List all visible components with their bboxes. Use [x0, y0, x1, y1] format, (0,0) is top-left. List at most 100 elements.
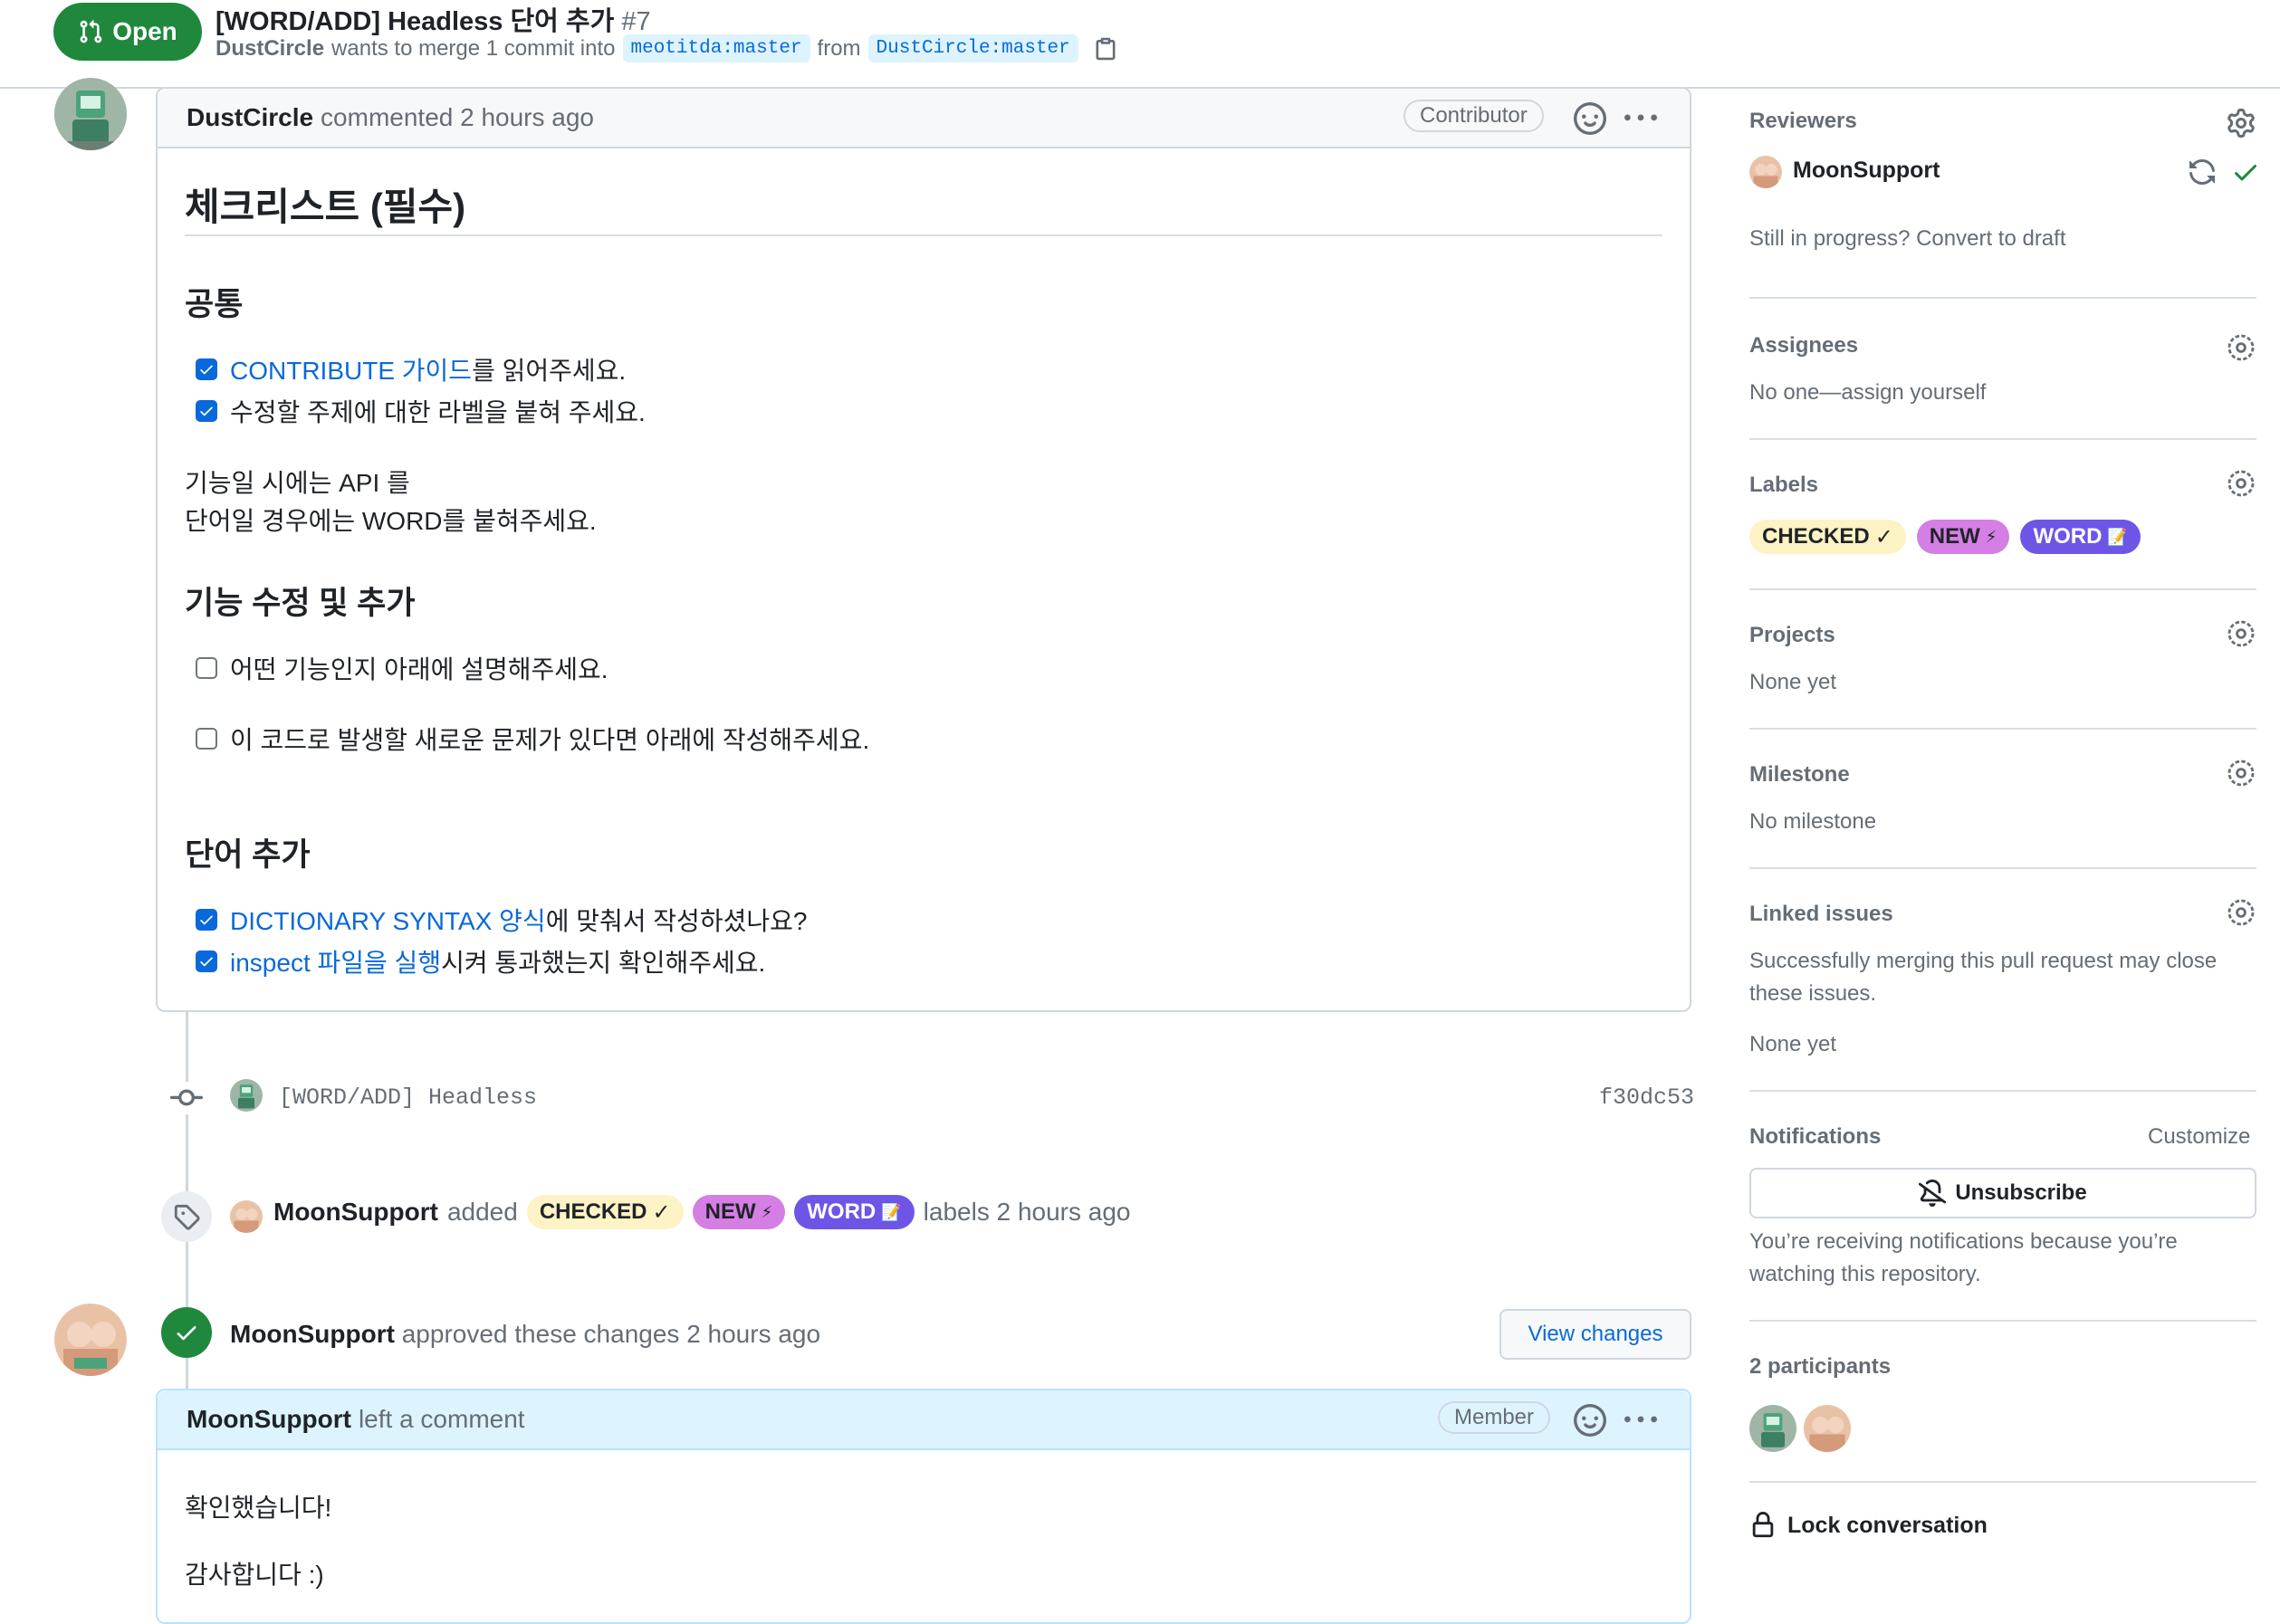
sidebar-divider [1749, 438, 2256, 440]
kebab-menu-icon[interactable] [1624, 102, 1657, 135]
gear-icon[interactable] [2227, 333, 2256, 362]
checkbox-checked[interactable] [196, 358, 217, 380]
lock-label: Lock conversation [1787, 1512, 1988, 1538]
kebab-menu-icon[interactable] [1624, 1404, 1657, 1437]
comment-author[interactable]: MoonSupport [187, 1405, 351, 1434]
participant-avatar[interactable] [1749, 1405, 1796, 1452]
section-word-heading: 단어 추가 [185, 837, 311, 873]
sidebar-divider [1749, 1090, 2256, 1092]
contribute-guide-link[interactable]: CONTRIBUTE 가이드 [230, 357, 472, 385]
comment-body-line: 확인했습니다! [185, 1494, 332, 1522]
base-branch[interactable]: meotitda:master [622, 34, 810, 62]
task-item: CONTRIBUTE 가이드를 읽어주세요. [196, 351, 626, 387]
labels-title[interactable]: Labels [1749, 473, 1818, 498]
commit-message[interactable]: [WORD/ADD] Headless [279, 1084, 537, 1111]
checklist-heading: 체크리스트 (필수) [185, 186, 466, 228]
notifications-title: Notifications [1749, 1124, 1882, 1149]
sidebar-divider [1749, 728, 2256, 730]
milestone-title[interactable]: Milestone [1749, 762, 1850, 788]
robot-avatar-icon [54, 78, 127, 150]
sidebar-divider [1749, 588, 2256, 590]
checkbox-unchecked[interactable] [196, 657, 217, 679]
people-avatar-icon [54, 1304, 127, 1376]
checkbox-checked[interactable] [196, 951, 217, 972]
gear-icon[interactable] [2227, 619, 2256, 648]
section-feature-heading: 기능 수정 및 추가 [185, 586, 416, 621]
sidebar-divider [1749, 867, 2256, 869]
gear-icon[interactable] [2227, 898, 2256, 927]
pull-request-icon [80, 20, 102, 43]
sync-icon[interactable] [2188, 158, 2217, 186]
head-branch[interactable]: DustCircle:master [867, 34, 1078, 62]
copy-icon[interactable] [1093, 36, 1118, 62]
robot-avatar-icon [1749, 1405, 1796, 1452]
avatar[interactable] [230, 1079, 263, 1112]
label-word[interactable]: WORD 📝 [794, 1195, 915, 1229]
merge-text: wants to merge 1 commit into [331, 35, 616, 61]
review-text[interactable]: approved these changes 2 hours ago [402, 1320, 820, 1348]
assignees-title[interactable]: Assignees [1749, 333, 1858, 358]
sidebar-divider [1749, 1481, 2256, 1483]
gear-icon[interactable] [2227, 759, 2256, 788]
review-comment: MoonSupport left a comment Member [156, 1389, 1691, 1624]
label-word[interactable]: WORD 📝 [2020, 520, 2141, 554]
pr-sticky-header: Open [WORD/ADD] Headless 단어 추가 #7 DustCi… [0, 0, 2280, 89]
commit-sha[interactable]: f30dc53 [1599, 1084, 1694, 1111]
task-item: 수정할 주제에 대한 라벨을 붙혀 주세요. [196, 393, 646, 429]
customize-link[interactable]: Customize [2148, 1124, 2250, 1150]
label-checked[interactable]: CHECKED ✓ [526, 1195, 684, 1229]
pr-state-label: Open [112, 17, 177, 45]
smiley-icon[interactable] [1574, 102, 1606, 135]
checkbox-checked[interactable] [196, 400, 217, 422]
people-avatar-icon [1749, 156, 1782, 188]
review-actor[interactable]: MoonSupport [230, 1320, 395, 1348]
comment-author[interactable]: DustCircle [187, 103, 313, 132]
unsubscribe-button[interactable]: Unsubscribe [1749, 1168, 2256, 1218]
projects-title[interactable]: Projects [1749, 623, 1835, 648]
pr-state-badge: Open [53, 3, 202, 61]
event-actor[interactable]: MoonSupport [273, 1198, 438, 1227]
checkbox-checked[interactable] [196, 909, 217, 931]
checkbox-unchecked[interactable] [196, 728, 217, 750]
reviewers-title[interactable]: Reviewers [1749, 109, 1857, 134]
assignees-value[interactable]: No one—assign yourself [1749, 380, 1986, 406]
sidebar-labels: CHECKED ✓ NEW ⚡ WORD 📝 [1749, 520, 2141, 554]
linked-issues-text: these issues. [1749, 981, 1877, 1006]
view-changes-button[interactable]: View changes [1499, 1309, 1691, 1360]
robot-avatar-icon [230, 1079, 263, 1112]
avatar[interactable] [54, 1304, 127, 1376]
avatar[interactable] [54, 78, 127, 150]
comment-meta[interactable]: commented 2 hours ago [321, 103, 594, 132]
event-verb: added [446, 1198, 518, 1226]
lock-conversation-link[interactable]: Lock conversation [1749, 1512, 1988, 1539]
section-common-heading: 공통 [185, 287, 244, 322]
dictionary-syntax-link[interactable]: DICTIONARY SYNTAX 양식 [230, 907, 546, 935]
label-new[interactable]: NEW ⚡ [692, 1195, 786, 1229]
gear-icon[interactable] [2227, 469, 2256, 498]
label-new[interactable]: NEW ⚡ [1916, 520, 2010, 554]
check-icon [200, 957, 213, 967]
comment-body-line: 감사합니다 :) [185, 1561, 324, 1589]
participants-title: 2 participants [1749, 1354, 1892, 1379]
check-icon [177, 1326, 196, 1341]
check-icon [200, 915, 213, 925]
paragraph-line: 단어일 경우에는 WORD를 붙혀주세요. [185, 507, 597, 535]
notifications-text: watching this repository. [1749, 1262, 1981, 1286]
inspect-file-link[interactable]: inspect 파일을 실행 [230, 949, 441, 977]
smiley-icon[interactable] [1574, 1404, 1606, 1437]
projects-value: None yet [1749, 670, 1837, 694]
reviewer-name[interactable]: MoonSupport [1793, 158, 1940, 184]
tag-icon [174, 1204, 200, 1230]
check-icon [200, 406, 213, 416]
pr-number: #7 [621, 7, 651, 36]
pr-author-link[interactable]: DustCircle [216, 36, 324, 62]
avatar[interactable] [1749, 156, 1782, 188]
linked-issues-title[interactable]: Linked issues [1749, 902, 1893, 927]
participant-avatar[interactable] [1804, 1405, 1851, 1452]
notifications-text: You’re receiving notifications because y… [1749, 1229, 2178, 1254]
paragraph-line: 기능일 시에는 API 를 [185, 469, 410, 497]
label-checked[interactable]: CHECKED ✓ [1749, 520, 1906, 554]
convert-to-draft-link[interactable]: Still in progress? Convert to draft [1749, 226, 2066, 252]
avatar[interactable] [230, 1200, 263, 1233]
gear-icon[interactable] [2227, 109, 2256, 138]
